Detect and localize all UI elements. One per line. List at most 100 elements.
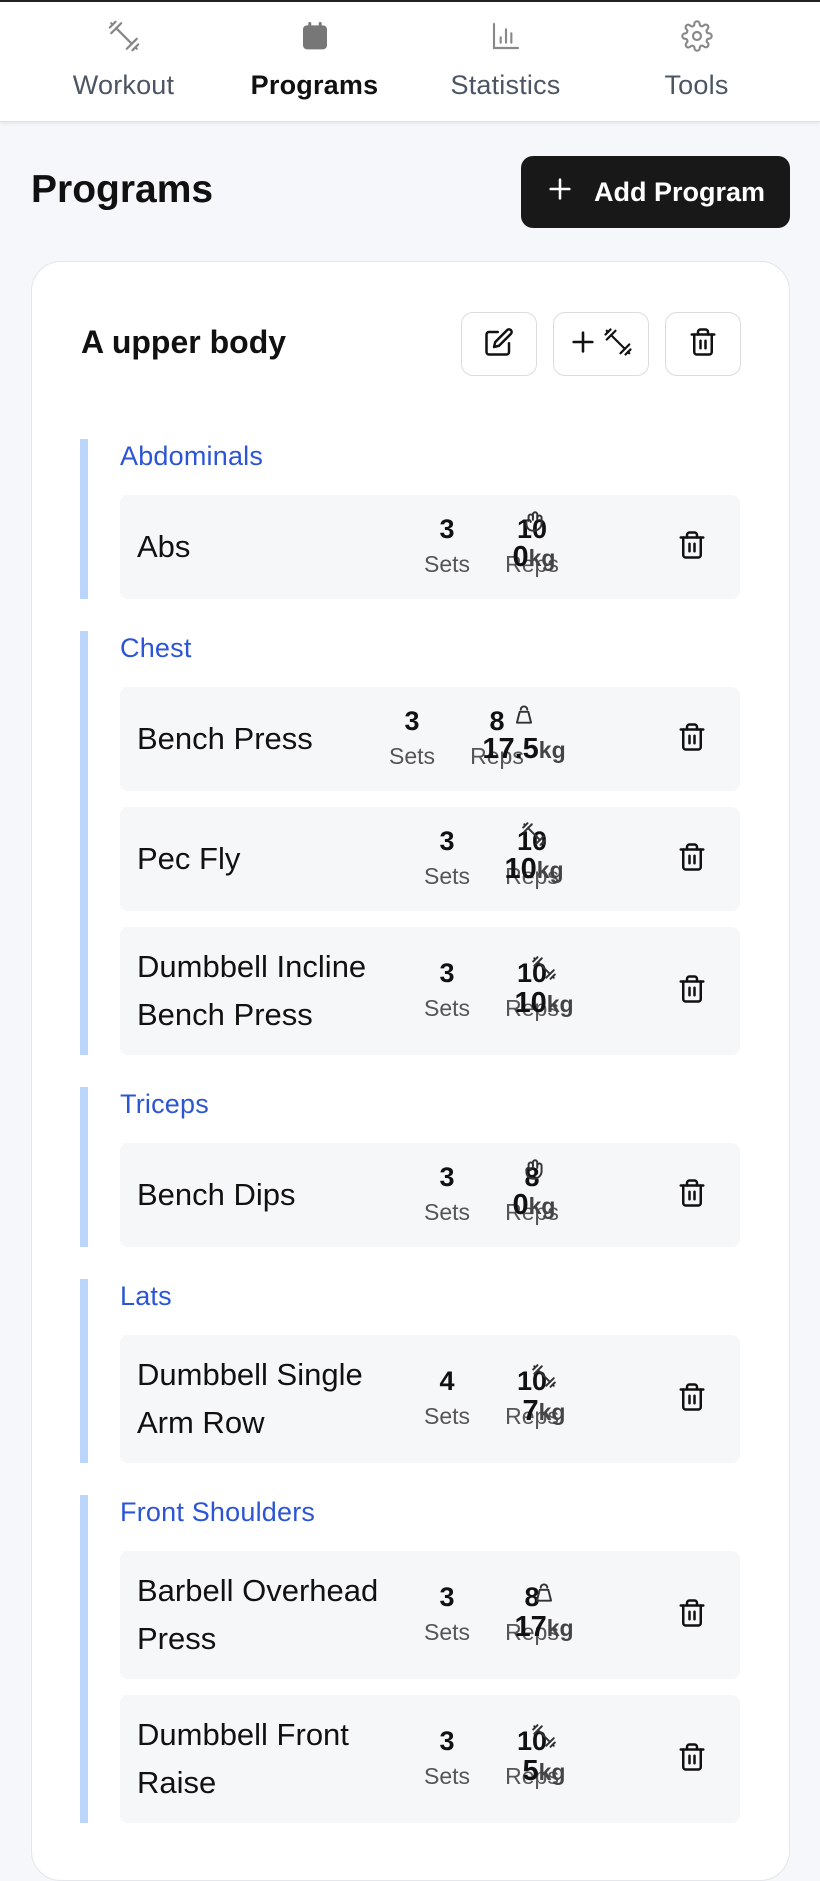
sets-stat-caption: Sets	[423, 863, 471, 889]
tab-label: Programs	[250, 70, 379, 100]
plus-icon	[546, 175, 574, 210]
weight-stat: 17.5kg	[474, 701, 574, 766]
weight-number: 10	[514, 987, 547, 1019]
exercise-name: Raise	[137, 1765, 217, 1800]
trash-icon	[677, 530, 707, 565]
delete-exercise-button[interactable]	[675, 1598, 709, 1632]
sets-stat-value: 3	[439, 514, 455, 544]
exercise-name: Abs	[137, 529, 191, 564]
exercise-name: Arm Row	[137, 1405, 265, 1440]
group-accent-bar	[80, 439, 88, 599]
trash-icon	[677, 1178, 707, 1213]
dumbbell-icon	[603, 327, 633, 362]
sets-stat-value: 3	[439, 1162, 455, 1192]
exercise-row[interactable]: Dumbbell Incline Bench Press 3 Sets 10 Reps 10…	[120, 927, 740, 1055]
weight-unit: kg	[546, 991, 574, 1017]
tab-label: Statistics	[450, 70, 561, 100]
muscle-group-title: Lats	[120, 1281, 172, 1311]
muscle-group: Abdominals Abs 3 Sets 10 Reps 0kg	[80, 439, 740, 599]
sets-stat: 3 Sets	[407, 1725, 487, 1791]
delete-exercise-button[interactable]	[675, 722, 709, 756]
weight-stat: 10kg	[484, 821, 584, 886]
tab-statistics[interactable]: Statistics	[421, 2, 591, 121]
trash-icon	[677, 974, 707, 1009]
delete-exercise-button[interactable]	[675, 530, 709, 564]
tab-workout[interactable]: Workout	[39, 2, 209, 121]
weight-value: 0kg	[484, 541, 584, 574]
dumbbell-icon	[494, 955, 594, 981]
kettlebell-icon	[494, 1579, 594, 1605]
bodyweight-icon	[484, 1157, 584, 1183]
weight-unit: kg	[546, 1615, 574, 1641]
delete-exercise-button[interactable]	[675, 1382, 709, 1416]
add-program-button[interactable]: Add Program	[521, 156, 790, 228]
sets-stat: 3 Sets	[407, 1161, 487, 1227]
sets-stat-caption: Sets	[423, 1199, 471, 1225]
weight-number: 17.5	[482, 733, 539, 765]
weight-unit: kg	[538, 1759, 566, 1785]
exercise-row[interactable]: Bench Dips 3 Sets 8 Reps 0kg	[120, 1143, 740, 1247]
weight-value: 5kg	[494, 1755, 594, 1788]
weight-value: 0kg	[484, 1189, 584, 1222]
muscle-group-title: Chest	[120, 633, 192, 663]
sets-stat: 3 Sets	[407, 825, 487, 891]
bodyweight-icon	[484, 509, 584, 535]
edit-icon	[484, 327, 514, 362]
sets-stat-caption: Sets	[423, 1403, 471, 1429]
exercise-row[interactable]: Bench Press 3 Sets 8 Reps 17.5kg	[120, 687, 740, 791]
muscle-group: Front Shoulders Barbell Overhead Press 3 Set…	[80, 1495, 740, 1823]
weight-unit: kg	[528, 545, 556, 571]
dumbbell-icon	[484, 821, 584, 847]
delete-program-button[interactable]	[665, 312, 741, 376]
weight-stat: 7kg	[494, 1363, 594, 1428]
weight-stat: 5kg	[494, 1723, 594, 1788]
trash-icon	[677, 842, 707, 877]
exercise-row[interactable]: Abs 3 Sets 10 Reps 0kg	[120, 495, 740, 599]
trash-icon	[677, 1598, 707, 1633]
weight-value: 10kg	[494, 987, 594, 1020]
weight-unit: kg	[538, 1399, 566, 1425]
top-nav: Workout Programs Statistics Tools	[0, 0, 820, 122]
weight-unit: kg	[528, 1193, 556, 1219]
muscle-group-title: Front Shoulders	[120, 1497, 316, 1527]
exercise-row[interactable]: Pec Fly 3 Sets 10 Reps 10kg	[120, 807, 740, 911]
exercise-name: Dumbbell Single	[137, 1357, 363, 1392]
exercise-row[interactable]: Barbell Overhead Press 3 Sets 8 Reps 17kg	[120, 1551, 740, 1679]
muscle-group: Triceps Bench Dips 3 Sets 8 Reps 0kg	[80, 1087, 740, 1247]
muscle-group-title: Abdominals	[120, 441, 264, 471]
tab-label: Tools	[664, 70, 729, 100]
sets-stat: 3 Sets	[372, 705, 452, 771]
edit-program-button[interactable]	[461, 312, 537, 376]
exercise-name: Dumbbell Incline	[137, 949, 367, 984]
delete-exercise-button[interactable]	[675, 842, 709, 876]
exercise-name: Barbell Overhead	[137, 1573, 379, 1608]
weight-stat: 0kg	[484, 509, 584, 574]
dumbbell-icon	[106, 18, 142, 54]
delete-exercise-button[interactable]	[675, 974, 709, 1008]
tab-programs[interactable]: Programs	[230, 2, 400, 121]
weight-value: 17.5kg	[474, 733, 574, 766]
trash-icon	[677, 1742, 707, 1777]
calendar-icon	[297, 18, 333, 54]
weight-unit: kg	[538, 737, 566, 763]
plus-icon	[569, 328, 597, 361]
weight-stat: 17kg	[494, 1579, 594, 1644]
weight-number: 0	[512, 541, 529, 573]
trash-icon	[677, 722, 707, 757]
delete-exercise-button[interactable]	[675, 1178, 709, 1212]
exercise-row[interactable]: Dumbbell Front Raise 3 Sets 10 Reps 5kg	[120, 1695, 740, 1823]
sets-stat-caption: Sets	[423, 551, 471, 577]
sets-stat-caption: Sets	[423, 1763, 471, 1789]
exercise-row[interactable]: Dumbbell Single Arm Row 4 Sets 10 Reps 7kg	[120, 1335, 740, 1463]
tab-tools[interactable]: Tools	[612, 2, 782, 121]
delete-exercise-button[interactable]	[675, 1742, 709, 1776]
group-accent-bar	[80, 631, 88, 1055]
exercise-name: Bench Dips	[137, 1177, 296, 1212]
add-exercise-button[interactable]	[553, 312, 649, 376]
sets-stat-caption: Sets	[388, 743, 436, 769]
weight-number: 17	[514, 1611, 547, 1643]
gear-icon	[679, 18, 715, 54]
tab-label: Workout	[72, 70, 175, 100]
sets-stat-value: 3	[404, 706, 420, 736]
group-accent-bar	[80, 1279, 88, 1463]
